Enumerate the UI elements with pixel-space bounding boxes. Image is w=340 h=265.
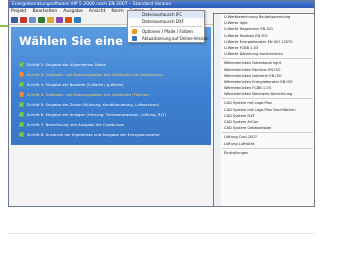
step-item[interactable]: ! Schritt 4: Gebäude- und Nutzungsdaten … [19, 90, 209, 98]
toolbar-calc-icon[interactable] [47, 16, 54, 23]
submenu-item-label: Datenaustausch IFC [142, 12, 183, 17]
divider [8, 233, 314, 234]
check-icon: ✓ [19, 61, 24, 67]
step-label: Schritt 7: Berechnung und Ausgabe der Er… [27, 121, 125, 127]
step-label: Schritt 6: Eingabe der Anlagen (Heizung,… [27, 111, 166, 117]
step-label: Schritt 3: Eingabe der Bauteile (U-Werte… [27, 81, 124, 87]
step-label: Schritt 1: Eingabe der Allgemeinen Daten [27, 61, 107, 67]
step-label: Schritt 4: Gebäude- und Nutzungsdaten de… [27, 91, 150, 97]
menu-separator [222, 58, 313, 60]
warning-icon: ! [19, 71, 24, 77]
dropdown-item[interactable]: CAD System Gebäudeplan [214, 125, 314, 131]
menu-separator [222, 147, 313, 149]
menu-projekt[interactable]: Projekt [11, 8, 27, 15]
step-label: Schritt 2: Gebäude- und Nutzungsdaten de… [27, 71, 163, 77]
title-bar: Energieberatungsoftware VIP 5 2000 nach … [9, 1, 314, 8]
dropdown-item[interactable]: Einstellungen [214, 150, 314, 156]
step-panel: Wählen Sie eine ✓ Schritt 1: Eingabe der… [11, 27, 211, 145]
check-icon: ✓ [19, 101, 24, 107]
toolbar-export-icon[interactable] [65, 16, 72, 23]
step-item[interactable]: ✓ Schritt 3: Eingabe der Bauteile (U-Wer… [19, 80, 209, 88]
dropdown-item[interactable]: Lüftung Luftdicht [214, 141, 314, 147]
menu-ansicht[interactable]: Ansicht [89, 8, 106, 15]
toolbar-open-icon[interactable] [20, 16, 27, 23]
toolbar-print-icon[interactable] [38, 16, 45, 23]
toolbar-help-icon[interactable] [74, 16, 81, 23]
tools-dropdown: U-Wertberechnung Bauteilsammlung U-Werte… [213, 13, 315, 207]
step-item[interactable]: ✓ Schritt 6: Eingabe der Anlagen (Heizun… [19, 110, 209, 118]
step-label: Schritt 5: Eingabe der Zonen (Nutzung, K… [27, 101, 160, 107]
check-icon: ✓ [19, 81, 24, 87]
toolbar-new-icon[interactable] [11, 16, 18, 23]
step-item[interactable]: ! Schritt 2: Gebäude- und Nutzungsdaten … [19, 70, 209, 78]
submenu-item-update[interactable]: Aktualisierung auf Online-Version [128, 35, 209, 42]
submenu-item-label: Aktualisierung auf Online-Version [142, 36, 209, 41]
submenu-item-label: Datenaustausch DXF [142, 19, 184, 24]
submenu-item-options[interactable]: Optionen / Pfade / Farben [128, 28, 204, 35]
options-icon [132, 29, 137, 34]
window-title: Energieberatungsoftware VIP 5 2000 nach … [12, 2, 172, 7]
warning-icon: ! [19, 91, 24, 97]
dropdown-list: U-Wertberechnung Bauteilsammlung U-Werte… [214, 14, 314, 156]
menu-separator [130, 26, 202, 27]
step-label: Schritt 8: Ausdruck der Ergebnisse und A… [27, 131, 160, 137]
step-item[interactable]: ✓ Schritt 7: Berechnung und Ausgabe der … [19, 120, 209, 128]
step-item[interactable]: ✓ Schritt 1: Eingabe der Allgemeinen Dat… [19, 60, 209, 68]
submenu-item-dxf[interactable]: Datenaustausch DXF [128, 18, 204, 25]
dropdown-item[interactable]: U-Werte Dämmung hochrechnen [214, 51, 314, 57]
menu-separator [222, 132, 313, 134]
dropdown-item[interactable]: Wärmebrücken Nachweis Berechnung [214, 91, 314, 97]
check-icon: ✓ [19, 121, 24, 127]
step-item[interactable]: ✓ Schritt 5: Eingabe der Zonen (Nutzung,… [19, 100, 209, 108]
check-icon: ✓ [19, 111, 24, 117]
menu-norm[interactable]: Norm [111, 8, 123, 15]
toolbar-save-icon[interactable] [29, 16, 36, 23]
update-icon [132, 36, 137, 41]
menu-ausgabe[interactable]: Ausgabe [63, 8, 83, 15]
menu-separator [222, 98, 313, 100]
step-item[interactable]: ✓ Schritt 8: Ausdruck der Ergebnisse und… [19, 130, 209, 138]
menu-bearbeiten[interactable]: Bearbeiten [33, 8, 58, 15]
check-icon: ✓ [19, 131, 24, 137]
submenu-item-ifc[interactable]: Datenaustausch IFC [128, 11, 204, 18]
toolbar-options-icon[interactable] [56, 16, 63, 23]
extras-submenu: Datenaustausch IFC Datenaustausch DXF Op… [127, 10, 209, 43]
panel-title: Wählen Sie eine [19, 34, 123, 48]
submenu-item-label: Optionen / Pfade / Farben [142, 29, 193, 34]
